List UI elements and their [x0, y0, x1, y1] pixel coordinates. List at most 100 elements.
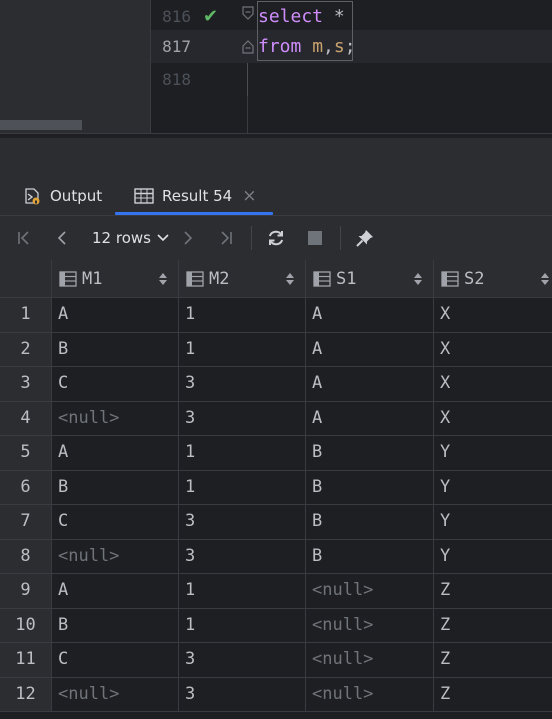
active-tab-indicator: [115, 212, 273, 215]
horizontal-scrollbar[interactable]: [0, 120, 82, 130]
table-row[interactable]: 4 <null> 3 A X: [0, 401, 552, 436]
cell-m2[interactable]: 3: [179, 505, 306, 539]
cell-s1[interactable]: B: [306, 505, 434, 539]
cell-m2[interactable]: 1: [179, 298, 306, 332]
table-row[interactable]: 8 <null> 3 B Y: [0, 539, 552, 574]
cell-m2[interactable]: 3: [179, 677, 306, 711]
cell-m2[interactable]: 1: [179, 470, 306, 504]
table-row[interactable]: 6B1BY: [0, 470, 552, 505]
cell-s2[interactable]: X: [434, 298, 552, 332]
tab-result[interactable]: Result 54 ×: [134, 175, 256, 216]
cell-m1[interactable]: <null>: [52, 539, 179, 573]
row-number[interactable]: 4: [0, 401, 52, 435]
column-header-s1[interactable]: S1: [306, 260, 434, 298]
row-number[interactable]: 9: [0, 574, 52, 608]
cell-m1[interactable]: <null>: [52, 401, 179, 435]
cell-m1[interactable]: B: [52, 608, 179, 642]
sort-icon[interactable]: [158, 270, 168, 292]
tab-output[interactable]: Output: [22, 175, 102, 216]
rows-label: 12 rows: [92, 229, 151, 247]
table-row[interactable]: 1A1AX: [0, 298, 552, 333]
sql-editor[interactable]: 816 ✔ select * 817 from m,s; 818: [0, 0, 552, 133]
cell-s2[interactable]: Y: [434, 505, 552, 539]
cell-s1[interactable]: <null>: [306, 608, 434, 642]
fold-start-icon[interactable]: [242, 6, 254, 20]
cell-m1[interactable]: C: [52, 367, 179, 401]
cell-s1[interactable]: A: [306, 401, 434, 435]
cell-s2[interactable]: Y: [434, 540, 552, 574]
first-page-icon[interactable]: [11, 216, 37, 260]
row-number[interactable]: 8: [0, 539, 52, 573]
sort-icon[interactable]: [540, 270, 550, 292]
cell-m1[interactable]: C: [52, 643, 179, 677]
cell-s2[interactable]: Y: [434, 471, 552, 505]
cell-s2[interactable]: Z: [434, 609, 552, 643]
cell-m2[interactable]: 3: [179, 643, 306, 677]
fold-end-icon[interactable]: [242, 40, 254, 54]
refresh-icon[interactable]: [263, 216, 289, 260]
cell-m1[interactable]: B: [52, 470, 179, 504]
cell-m1[interactable]: C: [52, 505, 179, 539]
cell-s2[interactable]: Y: [434, 436, 552, 470]
row-number[interactable]: 1: [0, 298, 52, 332]
row-number[interactable]: 11: [0, 643, 52, 677]
rows-selector[interactable]: 12 rows: [92, 216, 169, 260]
cell-m1[interactable]: A: [52, 298, 179, 332]
row-number[interactable]: 10: [0, 608, 52, 642]
close-icon[interactable]: ×: [242, 186, 256, 206]
cell-s2[interactable]: X: [434, 333, 552, 367]
column-header-m1[interactable]: M1: [52, 260, 179, 298]
table-row[interactable]: 10 B 1 <null> Z: [0, 608, 552, 643]
stop-icon[interactable]: [302, 216, 328, 260]
table-row[interactable]: 11 C 3 <null> Z: [0, 643, 552, 678]
column-header-s2[interactable]: S2: [434, 260, 552, 298]
cell-s2[interactable]: Z: [434, 678, 552, 712]
cell-s2[interactable]: X: [434, 402, 552, 436]
table-row[interactable]: 3C3AX: [0, 367, 552, 402]
cell-m1[interactable]: A: [52, 574, 179, 608]
cell-m2[interactable]: 1: [179, 574, 306, 608]
cell-s2[interactable]: Z: [434, 574, 552, 608]
sort-icon[interactable]: [285, 270, 295, 292]
next-page-icon[interactable]: [175, 216, 201, 260]
cell-s1[interactable]: A: [306, 298, 434, 332]
table-row[interactable]: 7C3BY: [0, 505, 552, 540]
row-number[interactable]: 2: [0, 332, 52, 366]
previous-page-icon[interactable]: [49, 216, 75, 260]
row-number[interactable]: 12: [0, 677, 52, 711]
result-grid: M1 M2 S1 S2 1 A 1 A X 2 B 1 A X 3 C 3 A X 4 <null> 3 A X 5 A 1…: [0, 260, 552, 719]
cell-s1[interactable]: B: [306, 539, 434, 573]
table-row[interactable]: 9 A 1 <null> Z: [0, 574, 552, 609]
row-number[interactable]: 6: [0, 470, 52, 504]
row-number[interactable]: 7: [0, 505, 52, 539]
table-row[interactable]: 2B1AX: [0, 332, 552, 367]
cell-s2[interactable]: X: [434, 367, 552, 401]
cell-m2[interactable]: 3: [179, 401, 306, 435]
cell-s1[interactable]: <null>: [306, 574, 434, 608]
table-row[interactable]: 5A1BY: [0, 436, 552, 471]
cell-s2[interactable]: Z: [434, 643, 552, 677]
cell-s1[interactable]: B: [306, 436, 434, 470]
cell-s1[interactable]: A: [306, 367, 434, 401]
column-header-m2[interactable]: M2: [179, 260, 306, 298]
row-number[interactable]: 3: [0, 367, 52, 401]
sort-icon[interactable]: [413, 270, 423, 292]
table-row[interactable]: 12 <null> 3 <null> Z: [0, 677, 552, 712]
cell-s1[interactable]: A: [306, 332, 434, 366]
cell-m2[interactable]: 1: [179, 332, 306, 366]
cell-m2[interactable]: 3: [179, 539, 306, 573]
cell-m2[interactable]: 1: [179, 608, 306, 642]
row-number[interactable]: 5: [0, 436, 52, 470]
cell-m1[interactable]: A: [52, 436, 179, 470]
editor-line[interactable]: 818: [151, 63, 552, 96]
cell-s1[interactable]: <null>: [306, 643, 434, 677]
row-number-header[interactable]: [0, 260, 52, 298]
cell-m2[interactable]: 3: [179, 367, 306, 401]
pin-icon[interactable]: [352, 216, 378, 260]
cell-s1[interactable]: B: [306, 470, 434, 504]
cell-s1[interactable]: <null>: [306, 677, 434, 711]
cell-m1[interactable]: B: [52, 332, 179, 366]
last-page-icon[interactable]: [213, 216, 239, 260]
cell-m1[interactable]: <null>: [52, 677, 179, 711]
cell-m2[interactable]: 1: [179, 436, 306, 470]
